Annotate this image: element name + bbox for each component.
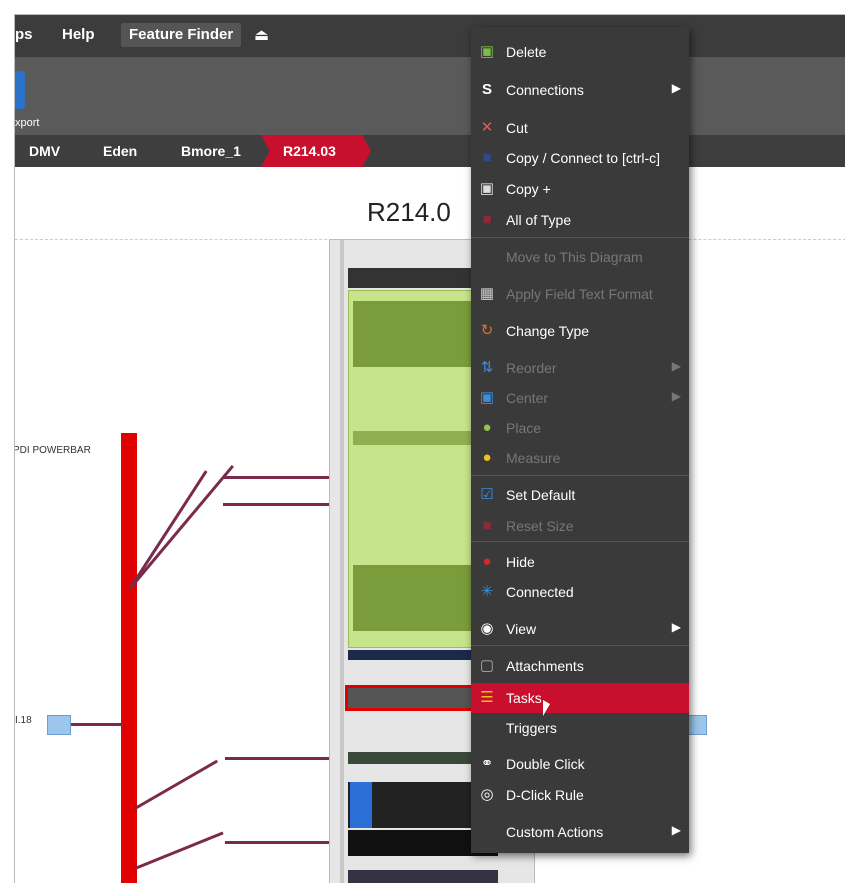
context-menu: ▣ Delete S Connections ▶ ✕ Cut ■ Copy / … (471, 27, 689, 853)
menu-item-copy-connect[interactable]: ■ Copy / Connect to [ctrl-c] (471, 143, 689, 173)
center-icon: ▣ (479, 389, 495, 406)
export-tool-icon[interactable] (15, 71, 25, 109)
feature-finder-button[interactable]: Feature Finder (121, 23, 242, 47)
place-icon: ● (482, 419, 492, 436)
menu-item-tasks[interactable]: ☰ Tasks (471, 683, 689, 713)
menu-item-view[interactable]: ◉ View ▶ (471, 614, 689, 644)
tasks-icon: ☰ (480, 689, 494, 706)
mouse-cursor-icon (543, 700, 550, 716)
menu-item-change-type[interactable]: ↻ Change Type (471, 316, 689, 346)
connection-wire[interactable] (134, 759, 219, 810)
attachments-icon: ▢ (479, 657, 495, 674)
menu-item-attachments[interactable]: ▢ Attachments (471, 651, 689, 681)
menu-item-reset-size[interactable]: ■ Reset Size (471, 511, 689, 541)
chevron-right-icon: ▶ (671, 823, 681, 837)
menu-item-reorder[interactable]: ⇅ Reorder ▶ (471, 353, 689, 383)
connection-wire[interactable] (65, 723, 123, 726)
menu-item-apply-field-format[interactable]: ▦ Apply Field Text Format (471, 279, 689, 309)
set-default-icon: ☑ (480, 486, 494, 503)
powerbar[interactable] (121, 433, 137, 883)
menu-item-connections[interactable]: S Connections ▶ (471, 75, 689, 105)
menu-item-move-to-diagram[interactable]: Move to This Diagram (471, 242, 689, 272)
menu-item-copy-plus[interactable]: ▣ Copy + (471, 174, 689, 204)
d-click-rule-icon: ◎ (480, 786, 494, 803)
rack-device[interactable] (348, 870, 498, 883)
toolbar: xport (15, 57, 845, 135)
breadcrumb: DMV Eden Bmore_1 R214.03 (15, 135, 845, 167)
apply-format-icon: ▦ (479, 285, 495, 302)
eye-icon: ◉ (480, 620, 494, 637)
hide-icon: ● (482, 553, 492, 570)
connected-icon: ✳ (480, 583, 494, 600)
menu-item-cut[interactable]: ✕ Cut (471, 113, 689, 143)
change-type-icon: ↻ (480, 322, 494, 339)
menu-item-delete[interactable]: ▣ Delete (471, 37, 689, 67)
menu-item-center[interactable]: ▣ Center ▶ (471, 383, 689, 413)
trash-icon: ▣ (479, 43, 495, 60)
app-window: ps Help Feature Finder ⏏ xport DMV Eden … (14, 14, 845, 883)
scissors-icon: ✕ (480, 119, 494, 136)
powerbar-label: PDI POWERBAR (14, 445, 91, 456)
menu-item-triggers[interactable]: Triggers (471, 713, 689, 743)
menu-item-all-of-type[interactable]: ■ All of Type (471, 205, 689, 235)
menu-item-d-click-rule[interactable]: ◎ D-Click Rule (471, 780, 689, 810)
rack-rail (340, 240, 344, 883)
breadcrumb-item-dmv[interactable]: DMV (29, 143, 60, 159)
menu-item-connected[interactable]: ✳ Connected (471, 577, 689, 607)
menu-item-place[interactable]: ● Place (471, 413, 689, 443)
menu-bar: ps Help Feature Finder ⏏ (15, 15, 845, 57)
menu-item-set-default[interactable]: ☑ Set Default (471, 480, 689, 510)
copy-plus-icon: ▣ (479, 180, 495, 197)
menu-item-measure[interactable]: ● Measure (471, 443, 689, 473)
chevron-right-icon: ▶ (671, 81, 681, 95)
chevron-right-icon: ▶ (671, 389, 681, 403)
diagram-title: R214.0 (367, 197, 451, 227)
reorder-icon: ⇅ (480, 359, 494, 376)
double-click-icon: ⚭ (480, 755, 494, 772)
reset-size-icon: ■ (482, 517, 492, 534)
port-label: I.18 (15, 715, 32, 726)
all-of-type-icon: ■ (482, 211, 492, 228)
export-tool-label[interactable]: xport (15, 117, 39, 129)
connection-wire[interactable] (134, 831, 224, 870)
chevron-right-icon: ▶ (671, 359, 681, 373)
menu-item-double-click[interactable]: ⚭ Double Click (471, 749, 689, 779)
menu-apps[interactable]: ps (15, 26, 33, 43)
connection-wire[interactable] (128, 464, 234, 590)
port-device-icon[interactable] (47, 715, 71, 735)
menu-help[interactable]: Help (62, 26, 95, 43)
copy-icon: ■ (482, 149, 492, 166)
breadcrumb-item-eden[interactable]: Eden (103, 143, 137, 159)
connections-icon: S (481, 81, 492, 98)
diagram-canvas[interactable]: R214.0 PDI POWERBAR I.18 (15, 167, 845, 883)
menu-item-hide[interactable]: ● Hide (471, 547, 689, 577)
breadcrumb-item-current[interactable]: R214.03 (261, 135, 371, 167)
measure-icon: ● (482, 449, 492, 466)
connection-wire[interactable] (128, 470, 208, 590)
breadcrumb-item-bmore[interactable]: Bmore_1 (181, 143, 241, 159)
menu-item-custom-actions[interactable]: Custom Actions ▶ (471, 817, 689, 847)
chevron-right-icon: ▶ (671, 620, 681, 634)
eject-icon[interactable]: ⏏ (254, 25, 269, 45)
